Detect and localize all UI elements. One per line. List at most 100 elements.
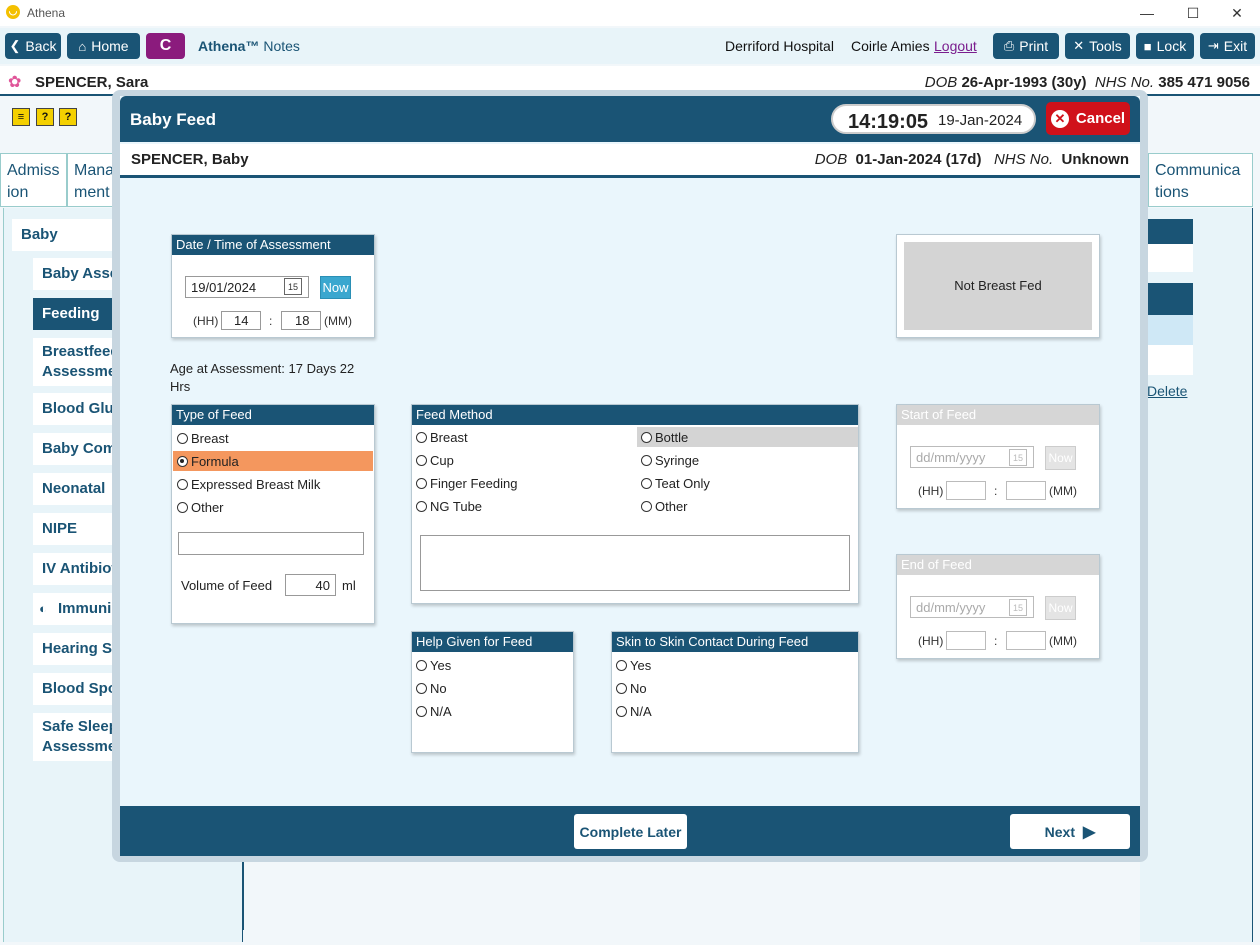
skin-na-radio[interactable]: N/A	[612, 701, 858, 721]
method-teat-only-radio[interactable]: Teat Only	[637, 473, 858, 493]
help-na-radio[interactable]: N/A	[412, 701, 573, 721]
calendar-icon[interactable]: 15	[284, 278, 302, 295]
skin-yes-radio[interactable]: Yes	[612, 655, 858, 675]
complete-later-button[interactable]: Complete Later	[574, 814, 687, 849]
skin-no-radio[interactable]: No	[612, 678, 858, 698]
feed-type-formula-radio[interactable]: Formula	[173, 451, 373, 471]
feed-type-breast-radio[interactable]: Breast	[173, 428, 373, 448]
radio-circle	[641, 500, 652, 512]
radio-circle	[416, 682, 427, 694]
tab-communications[interactable]: Communica tions	[1148, 153, 1253, 207]
calendar-icon[interactable]: 15	[1009, 599, 1027, 616]
end-now-button[interactable]: Now	[1045, 596, 1076, 620]
alert-icon[interactable]: ≡	[12, 108, 30, 126]
feed-method-header: Feed Method	[412, 405, 858, 425]
method-breast-radio[interactable]: Breast	[412, 427, 632, 447]
feed-method-notes[interactable]	[420, 535, 850, 591]
help-yes-radio[interactable]: Yes	[412, 655, 573, 675]
feed-type-other-radio[interactable]: Other	[173, 497, 373, 517]
hh-label: (HH)	[193, 314, 219, 328]
volume-label: Volume of Feed	[181, 578, 273, 593]
tab-admission[interactable]: Admiss ion	[0, 153, 67, 207]
feed-type-ebm-radio[interactable]: Expressed Breast Milk	[173, 474, 373, 494]
end-of-feed-header: End of Feed	[897, 555, 1099, 575]
hospital-name: Derriford Hospital	[725, 38, 834, 54]
option-label: Breast	[191, 430, 229, 446]
method-syringe-radio[interactable]: Syringe	[637, 450, 858, 470]
maximize-button[interactable]: ☐	[1170, 0, 1216, 26]
help-icon[interactable]: ?	[36, 108, 54, 126]
app-name: Athena™ Notes	[198, 38, 300, 54]
radio-circle	[416, 500, 427, 512]
option-label: No	[630, 680, 647, 696]
method-other-radio[interactable]: Other	[637, 496, 858, 516]
method-bottle-radio[interactable]: Bottle	[637, 427, 858, 447]
close-window-button[interactable]: ✕	[1214, 0, 1260, 26]
patient-details: DOB 26-Apr-1993 (30y) NHS No. 385 471 90…	[925, 74, 1250, 91]
back-button[interactable]: ❮ Back	[5, 33, 61, 59]
baby-dob: 01-Jan-2024 (17d)	[855, 151, 982, 168]
athena-logo-icon: ◡	[6, 5, 20, 19]
close-icon: ✕	[1050, 109, 1069, 128]
not-breast-fed-button[interactable]: Not Breast Fed	[904, 242, 1092, 330]
radio-circle	[641, 431, 652, 443]
tools-button[interactable]: ✕ Tools	[1065, 33, 1130, 59]
start-minute-input[interactable]	[1006, 481, 1046, 500]
hh-label: (HH)	[918, 634, 944, 648]
time-separator: :	[269, 314, 273, 328]
patient-name: SPENCER, Sara	[35, 74, 149, 91]
clock-date: 19-Jan-2024	[938, 112, 1023, 129]
exit-button[interactable]: ⇥ Exit	[1200, 33, 1255, 59]
c-button[interactable]: C	[146, 33, 185, 59]
half-circle-icon: ◐	[39, 601, 47, 616]
volume-input[interactable]: 40	[285, 574, 336, 596]
baby-name: SPENCER, Baby	[131, 151, 249, 168]
question-icon[interactable]: ?	[59, 108, 77, 126]
help-given-panel: Help Given for Feed Yes No N/A	[411, 631, 574, 753]
help-no-radio[interactable]: No	[412, 678, 573, 698]
assessment-hour-input[interactable]: 14	[221, 311, 261, 330]
radio-circle	[616, 705, 627, 717]
cancel-button[interactable]: ✕ Cancel	[1046, 102, 1130, 135]
radio-circle	[416, 659, 427, 671]
start-now-button[interactable]: Now	[1045, 446, 1076, 470]
start-of-feed-header: Start of Feed	[897, 405, 1099, 425]
feed-method-right-column: Bottle Syringe Teat Only Other	[637, 427, 858, 516]
option-label: Breast	[430, 429, 468, 445]
patient-nhs: 385 471 9056	[1158, 74, 1250, 91]
assessment-minute-input[interactable]: 18	[281, 311, 321, 330]
back-label: Back	[25, 38, 57, 54]
end-hour-input[interactable]	[946, 631, 986, 650]
option-label: NG Tube	[430, 498, 483, 514]
window-title-bar: ◡ Athena — ☐ ✕	[0, 0, 1260, 26]
nav-immunisation-label: Immunis	[58, 600, 120, 617]
method-ng-tube-radio[interactable]: NG Tube	[412, 496, 632, 516]
feed-type-other-input[interactable]	[178, 532, 364, 555]
radio-circle	[641, 477, 652, 489]
clock-time: 14:19:05	[848, 111, 929, 133]
next-button[interactable]: Next ▶	[1010, 814, 1130, 849]
volume-unit: ml	[342, 578, 356, 593]
minimize-button[interactable]: —	[1124, 0, 1170, 26]
now-button[interactable]: Now	[320, 276, 351, 299]
method-cup-radio[interactable]: Cup	[412, 450, 632, 470]
option-label: Cup	[430, 452, 454, 468]
home-button[interactable]: ⌂ Home	[67, 33, 140, 59]
lock-button[interactable]: ■ Lock	[1136, 33, 1194, 59]
lock-icon: ■	[1143, 38, 1152, 54]
calendar-icon[interactable]: 15	[1009, 449, 1027, 466]
method-finger-feeding-radio[interactable]: Finger Feeding	[412, 473, 632, 493]
baby-dob-label: DOB	[814, 151, 848, 168]
tools-label: Tools	[1089, 38, 1122, 54]
next-label: Next	[1044, 823, 1076, 840]
cancel-label: Cancel	[1075, 110, 1126, 127]
logout-link[interactable]: Logout	[934, 38, 977, 54]
print-button[interactable]: ⎙ Print	[993, 33, 1059, 59]
delete-link[interactable]: Delete	[1147, 383, 1187, 399]
time-separator: :	[994, 484, 998, 498]
end-minute-input[interactable]	[1006, 631, 1046, 650]
option-label: Bottle	[655, 429, 689, 445]
app-name-brand: Athena™	[198, 38, 260, 54]
mm-label: (MM)	[1049, 484, 1077, 498]
start-hour-input[interactable]	[946, 481, 986, 500]
